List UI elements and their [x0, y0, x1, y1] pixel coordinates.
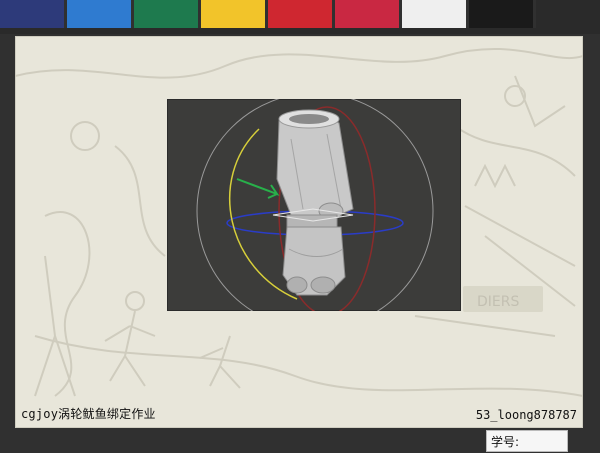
model-mesh [276, 109, 354, 296]
swatch [134, 0, 198, 28]
color-swatch-bar [0, 0, 600, 30]
swatch-underline [0, 28, 600, 34]
swatch [469, 0, 533, 28]
author-id: 53_loong878787 [475, 408, 577, 422]
swatch [67, 0, 131, 28]
swatch [536, 0, 600, 28]
assignment-title: cgjoy涡轮鱿鱼绑定作业 [21, 407, 156, 421]
rig-model-render [196, 99, 434, 311]
swatch [268, 0, 332, 28]
slide-card: DIERS cgjoy涡轮鱿鱼绑定作业 53_loong878787 [15, 36, 583, 428]
green-axis-arrow [236, 178, 280, 199]
svg-text:DIERS: DIERS [477, 294, 519, 310]
student-id-label: 学号: [486, 430, 568, 452]
swatch [402, 0, 466, 28]
swatch [335, 0, 399, 28]
swatch [0, 0, 64, 28]
swatch [201, 0, 265, 28]
3d-viewport[interactable] [167, 99, 461, 311]
